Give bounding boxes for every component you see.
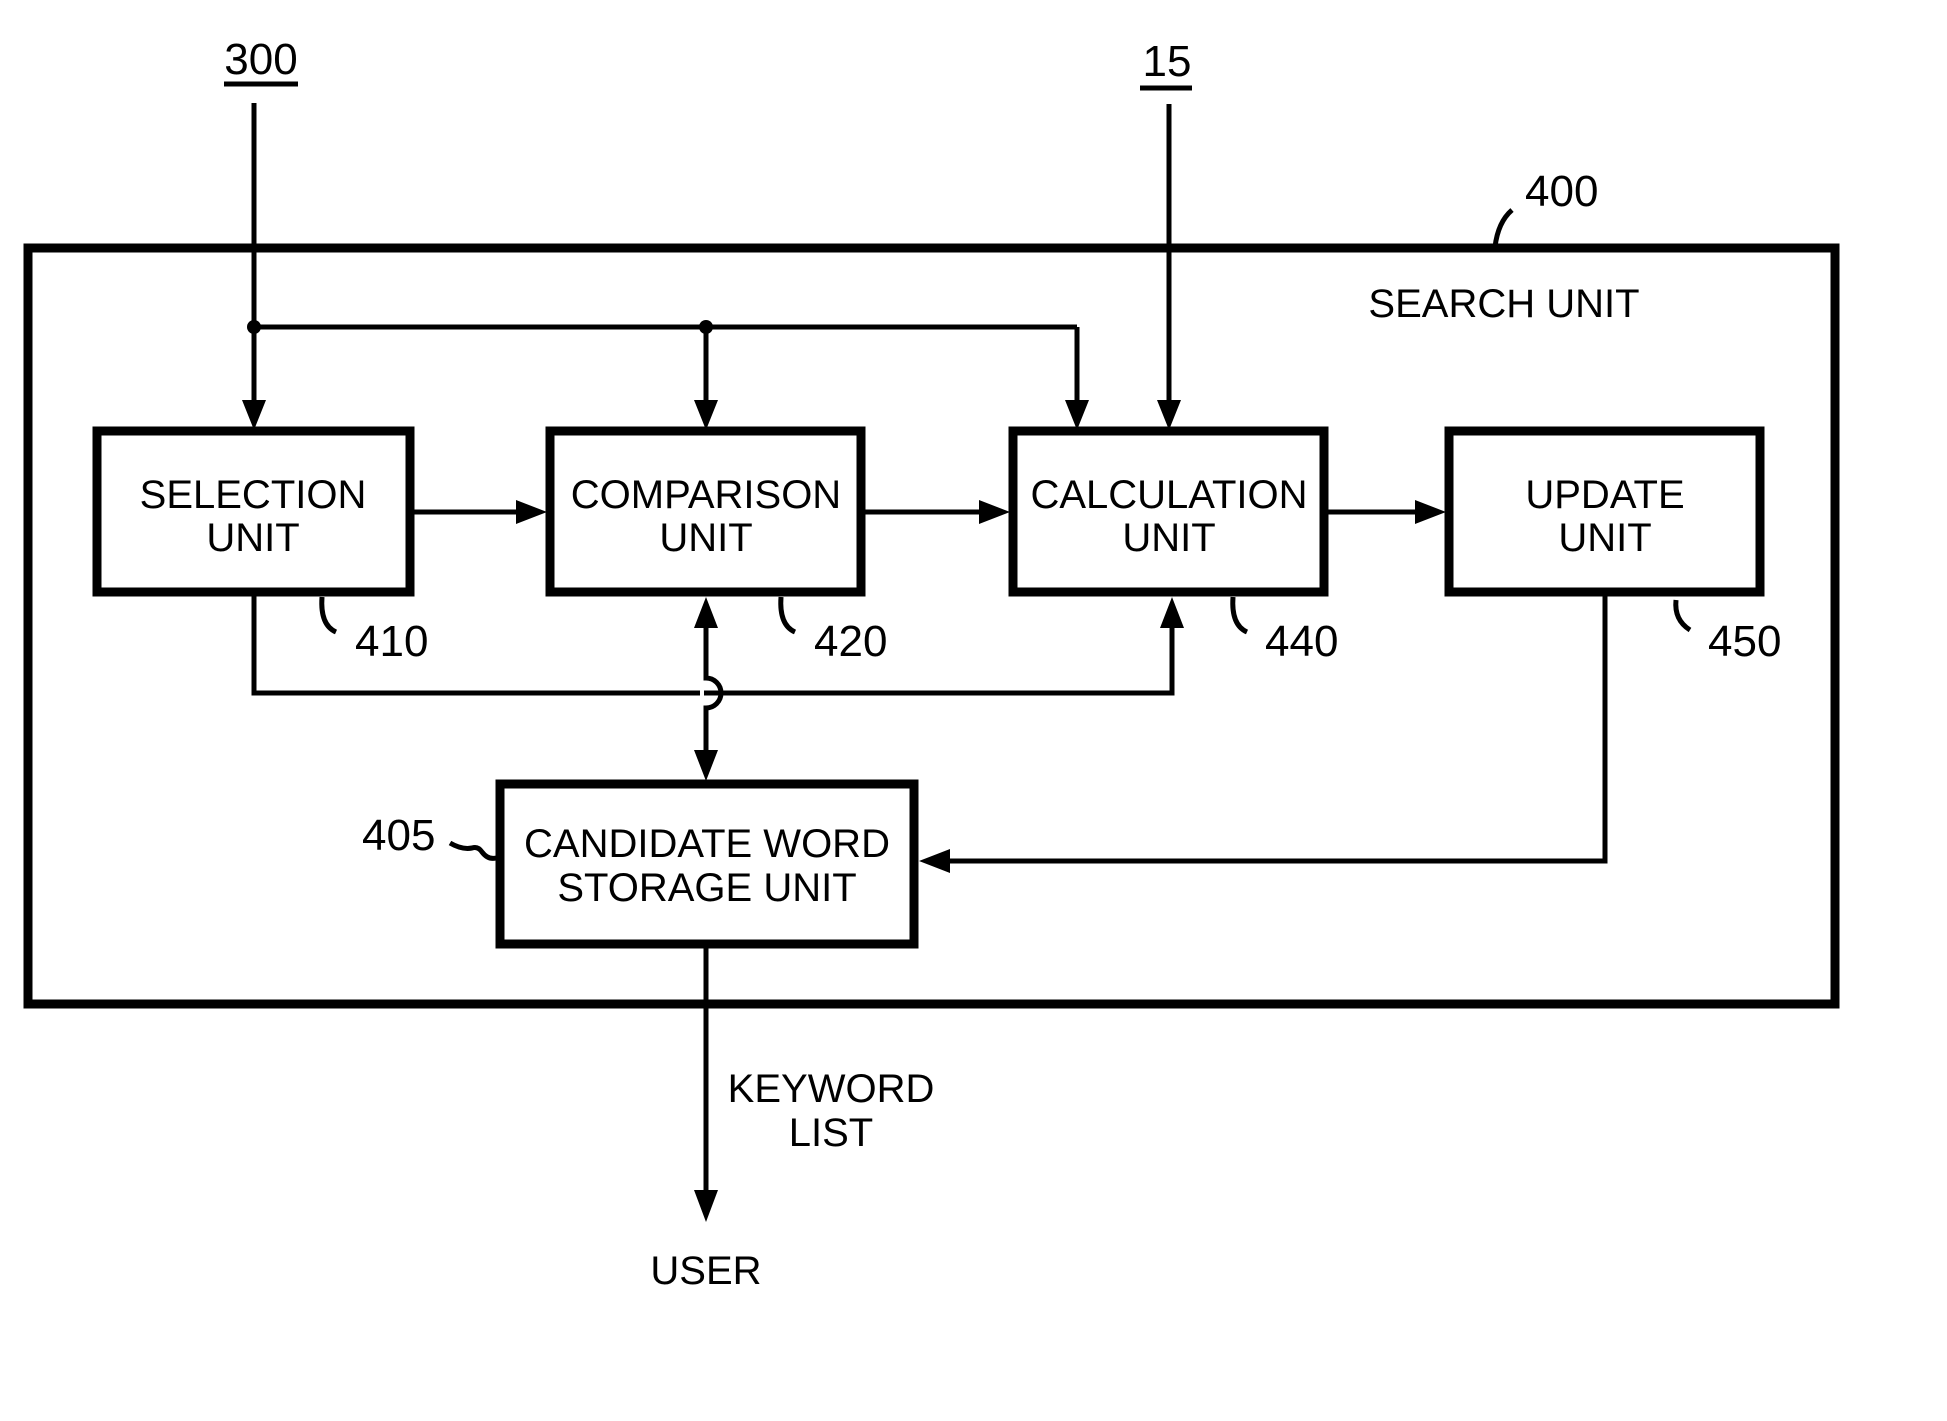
ref-420-leader (778, 596, 797, 635)
junction-dot-1 (247, 320, 261, 334)
ref-410-leader (319, 596, 338, 635)
ref-450: 450 (1708, 617, 1781, 666)
arrow-into-candidate (919, 849, 950, 873)
block-candidate-storage: CANDIDATE WORD STORAGE UNIT (495, 779, 919, 949)
arrow-comparison-to-calculation (979, 500, 1010, 524)
arrow-to-user (694, 1190, 718, 1222)
block-comparison: COMPARISON UNIT (545, 426, 866, 597)
calculation-unit-line1: CALCULATION (1030, 473, 1307, 517)
search-unit-diagram: 300 15 400 SEARCH UNIT SELECTION UNIT CO… (23, 35, 1840, 1293)
update-unit-line2: UNIT (1558, 516, 1651, 560)
selection-unit-line1: SELECTION (140, 473, 367, 517)
ref-440: 440 (1265, 617, 1338, 666)
ref-405: 405 (362, 811, 435, 860)
output-label-line2: LIST (789, 1111, 873, 1155)
calculation-unit-line2: UNIT (1122, 516, 1215, 560)
output-destination-user: USER (650, 1249, 761, 1293)
block-calculation: CALCULATION UNIT (1008, 426, 1329, 597)
block-selection: SELECTION UNIT (92, 426, 415, 597)
arrow-into-comparison (694, 400, 718, 430)
update-unit-line1: UPDATE (1525, 473, 1684, 517)
arrow-into-calculation-bottom (1160, 597, 1184, 628)
input-label-15: 15 (1143, 37, 1192, 86)
ref-410: 410 (355, 617, 428, 666)
arrow-into-selection (242, 400, 266, 430)
candidate-line2: STORAGE UNIT (557, 866, 856, 910)
arrow-calculation-to-update (1415, 500, 1446, 524)
arrow-down-into-candidate (694, 750, 718, 781)
arrow-300-into-calculation (1065, 400, 1089, 430)
output-label-line1: KEYWORD (728, 1067, 935, 1111)
search-unit-container (23, 243, 1840, 1009)
wire-comparison-candidate (703, 622, 724, 756)
ref-420: 420 (814, 617, 887, 666)
container-title: SEARCH UNIT (1368, 282, 1639, 326)
candidate-line1: CANDIDATE WORD (524, 822, 890, 866)
ref-450-leader (1673, 599, 1692, 633)
block-update: UPDATE UNIT (1444, 426, 1765, 597)
ref-440-leader (1230, 596, 1249, 635)
selection-unit-line2: UNIT (206, 516, 299, 560)
arrow-15-into-calculation (1157, 400, 1181, 430)
container-ref-leader (1492, 208, 1514, 248)
comparison-unit-line2: UNIT (659, 516, 752, 560)
comparison-unit-line1: COMPARISON (571, 473, 841, 517)
hop-gap (700, 688, 704, 698)
container-ref-400: 400 (1525, 167, 1598, 216)
arrow-up-into-comparison (694, 597, 718, 628)
arrow-selection-to-comparison (516, 500, 547, 524)
ref-405-leader (448, 840, 497, 861)
input-label-300: 300 (224, 35, 297, 84)
